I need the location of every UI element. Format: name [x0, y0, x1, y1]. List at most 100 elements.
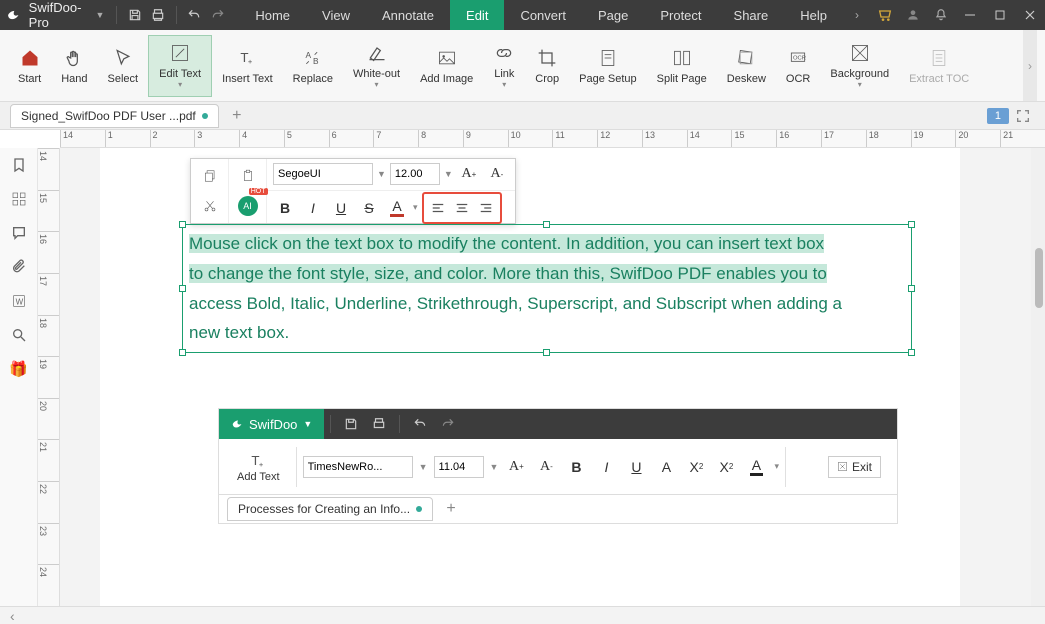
comments-panel-icon[interactable]: [8, 222, 30, 244]
ribbon-ocr[interactable]: OCROCR: [776, 35, 820, 97]
ribbon-start[interactable]: Start: [8, 35, 51, 97]
app-name: SwifDoo-Pro: [29, 0, 90, 30]
embed-print-icon: [365, 409, 393, 439]
embed-undo-icon: [406, 409, 434, 439]
ribbon-background[interactable]: Background▾: [820, 35, 899, 97]
search-panel-icon[interactable]: [8, 324, 30, 346]
undo-icon[interactable]: [183, 0, 206, 30]
app-dropdown-icon[interactable]: ▼: [95, 10, 104, 20]
resize-handle[interactable]: [179, 349, 186, 356]
bookmark-panel-icon[interactable]: [8, 154, 30, 176]
bold-icon[interactable]: B: [273, 196, 297, 220]
modified-dot-icon: [202, 113, 208, 119]
ribbon-crop[interactable]: Crop: [525, 35, 569, 97]
vertical-scrollbar[interactable]: [1031, 148, 1045, 606]
resize-handle[interactable]: [179, 285, 186, 292]
text-edit-toolbar: AIHOT ▼ ▼ A+ A- B I U S A ▾: [190, 158, 516, 224]
attachments-panel-icon[interactable]: [8, 256, 30, 278]
embed-superscript-icon: X2: [684, 455, 708, 479]
bell-icon[interactable]: [927, 0, 955, 30]
alignment-group-highlight: [422, 192, 502, 224]
strikethrough-icon[interactable]: S: [357, 196, 381, 220]
minimize-button[interactable]: [955, 0, 985, 30]
collapse-sidebar-icon[interactable]: ‹: [10, 608, 15, 624]
app-logo-icon: [6, 5, 23, 25]
maximize-button[interactable]: [985, 0, 1015, 30]
underline-icon[interactable]: U: [329, 196, 353, 220]
font-size-select[interactable]: [390, 163, 440, 185]
align-center-icon[interactable]: [450, 196, 474, 220]
embed-underline-icon: U: [624, 455, 648, 479]
page-indicator: 1: [987, 108, 1009, 124]
embed-exit-button: Exit: [828, 456, 881, 478]
paste-icon[interactable]: [236, 164, 260, 188]
embed-font-color-icon: A: [744, 455, 768, 479]
font-color-icon[interactable]: A: [385, 196, 409, 220]
menu-help[interactable]: Help: [784, 0, 843, 30]
ribbon-page-setup[interactable]: Page Setup: [569, 35, 647, 97]
svg-text:A: A: [305, 50, 311, 60]
ribbon-replace[interactable]: ABReplace: [283, 35, 343, 97]
embed-bold-icon: B: [564, 455, 588, 479]
menu-page[interactable]: Page: [582, 0, 644, 30]
copy-icon[interactable]: [198, 164, 222, 188]
resize-handle[interactable]: [908, 221, 915, 228]
embed-save-icon: [337, 409, 365, 439]
menu-convert[interactable]: Convert: [504, 0, 582, 30]
add-tab-button[interactable]: +: [225, 104, 249, 128]
close-button[interactable]: [1015, 0, 1045, 30]
user-icon[interactable]: [899, 0, 927, 30]
menu-edit[interactable]: Edit: [450, 0, 504, 30]
save-icon[interactable]: [123, 0, 146, 30]
font-family-select[interactable]: [273, 163, 373, 185]
embed-italic-icon: I: [594, 455, 618, 479]
ribbon-hand[interactable]: Hand: [51, 35, 97, 97]
thumbnails-panel-icon[interactable]: [8, 188, 30, 210]
ribbon-edit-text[interactable]: Edit Text▾: [148, 35, 212, 97]
menu-annotate[interactable]: Annotate: [366, 0, 450, 30]
print-icon[interactable]: [147, 0, 170, 30]
svg-text:W: W: [15, 297, 23, 306]
menu-share[interactable]: Share: [718, 0, 785, 30]
resize-handle[interactable]: [908, 349, 915, 356]
italic-icon[interactable]: I: [301, 196, 325, 220]
editable-text-box[interactable]: Mouse click on the text box to modify th…: [182, 224, 912, 353]
word-panel-icon[interactable]: W: [8, 290, 30, 312]
cart-icon[interactable]: [871, 0, 899, 30]
ribbon-scroll-right[interactable]: ›: [1023, 30, 1037, 101]
svg-text:+: +: [259, 459, 264, 468]
embed-font-select: [303, 456, 413, 478]
menu-home[interactable]: Home: [239, 0, 306, 30]
ribbon-extract-toc[interactable]: Extract TOC: [899, 35, 979, 97]
align-right-icon[interactable]: [474, 196, 498, 220]
ribbon-insert-text[interactable]: T+Insert Text: [212, 35, 283, 97]
ribbon-select[interactable]: Select: [98, 35, 149, 97]
embed-subscript-icon: X2: [714, 455, 738, 479]
align-left-icon[interactable]: [426, 196, 450, 220]
fullscreen-icon[interactable]: [1015, 108, 1031, 124]
gift-icon[interactable]: 🎁: [8, 358, 30, 380]
embed-font-a-icon: A: [654, 455, 678, 479]
ai-button[interactable]: AIHOT: [236, 194, 260, 218]
ribbon-whiteout[interactable]: White-out▾: [343, 35, 410, 97]
ribbon-deskew[interactable]: Deskew: [717, 35, 776, 97]
menu-protect[interactable]: Protect: [644, 0, 717, 30]
resize-handle[interactable]: [908, 285, 915, 292]
decrease-font-icon[interactable]: A-: [485, 162, 509, 186]
embedded-screenshot: SwifDoo▼ T+Add Text ▼ ▼ A+ A- B I U A X2: [218, 408, 898, 524]
document-tab[interactable]: Signed_SwifDoo PDF User ...pdf: [10, 104, 219, 128]
ruler-horizontal: 14123456789101112131415161718192021: [60, 130, 1045, 148]
cut-icon[interactable]: [198, 194, 222, 218]
menu-view[interactable]: View: [306, 0, 366, 30]
increase-font-icon[interactable]: A+: [457, 162, 481, 186]
ribbon-split-page[interactable]: Split Page: [647, 35, 717, 97]
ruler-vertical: 1415161718192021222324: [38, 148, 60, 606]
redo-icon[interactable]: [206, 0, 229, 30]
resize-handle[interactable]: [179, 221, 186, 228]
resize-handle[interactable]: [543, 221, 550, 228]
ribbon-add-image[interactable]: Add Image: [410, 35, 483, 97]
chevron-right-icon[interactable]: ›: [843, 0, 871, 30]
embed-document-tab: Processes for Creating an Info...: [227, 497, 433, 521]
resize-handle[interactable]: [543, 349, 550, 356]
ribbon-link[interactable]: Link▾: [483, 35, 525, 97]
